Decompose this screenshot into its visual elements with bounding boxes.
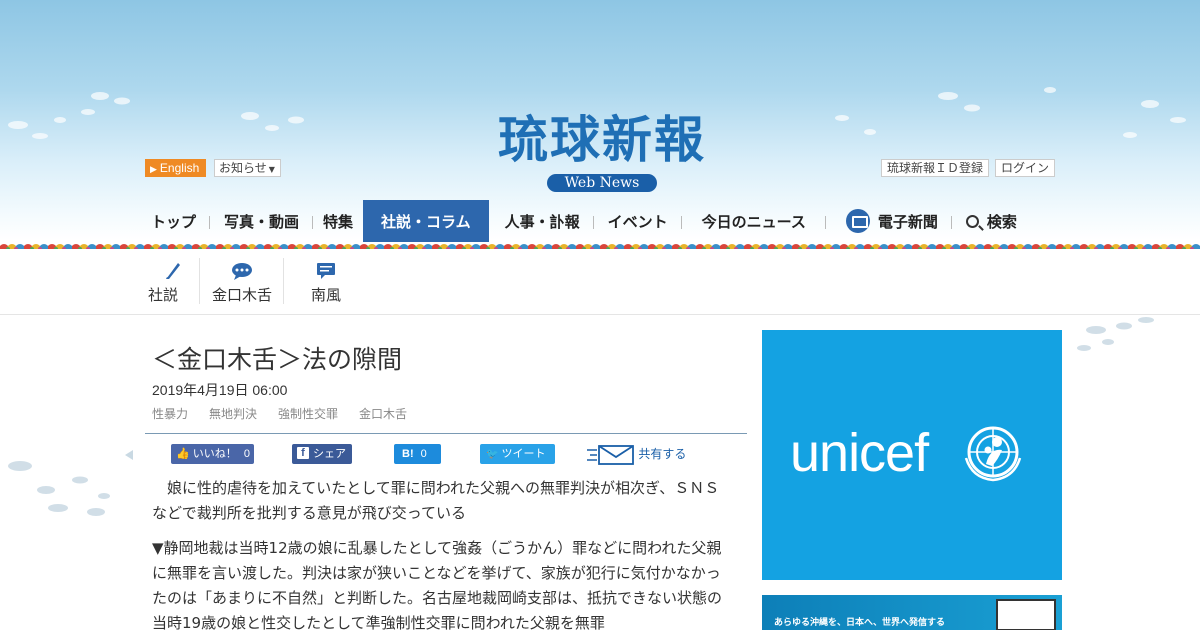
tag-link[interactable]: 強制性交罪: [278, 405, 338, 422]
subnav-item-kinkuchi-mokuzetsu[interactable]: 金口木舌: [200, 252, 284, 312]
banner-device-mockup: [996, 599, 1056, 630]
play-arrow-icon: ▶: [150, 164, 157, 174]
monitor-icon: [845, 208, 870, 233]
column-subnav: 社説 金口木舌 南風: [145, 252, 368, 312]
subnav-item-editorial[interactable]: 社説: [145, 252, 200, 312]
notice-dropdown[interactable]: お知らせ ▼: [214, 159, 281, 177]
facebook-share-label: シェア: [313, 448, 346, 460]
article-tags: 性暴力 無地判決 強制性交罪 金口木舌: [152, 405, 407, 422]
unicef-ad[interactable]: unicef: [762, 330, 1062, 580]
logo-badge: Web News: [546, 174, 658, 192]
twitter-bird-icon: 🐦: [486, 449, 499, 460]
subnav-item-nanpu[interactable]: 南風: [284, 252, 368, 312]
subnav-label-nanpu: 南風: [310, 286, 341, 304]
e-newspaper-label: 電子新聞: [877, 213, 938, 231]
search-label: 検索: [986, 213, 1017, 231]
ryukyu-shimpo-banner-ad[interactable]: あらゆる沖縄を、日本へ、世界へ発信する: [762, 595, 1062, 630]
triangle-marker-icon: [125, 450, 133, 460]
nav-item-editorial-column[interactable]: 社説・コラム: [363, 200, 489, 244]
subnav-label-editorial: 社説: [148, 286, 179, 304]
speech-bubble-icon: [200, 252, 284, 280]
share-by-mail-button[interactable]: 共有する: [587, 444, 697, 465]
account-links: 琉球新報ＩＤ登録 ログイン: [880, 159, 1055, 177]
nav-item-events[interactable]: イベント: [594, 200, 682, 244]
pen-icon: [145, 252, 200, 280]
banner-ad-tagline: あらゆる沖縄を、日本へ、世界へ発信する: [774, 618, 946, 628]
nav-item-todays-news[interactable]: 今日のニュース: [682, 200, 827, 244]
share-mail-label: 共有する: [638, 447, 687, 462]
notice-label: お知らせ: [219, 161, 267, 175]
main-nav: トップ 写真・動画 特集 社説・コラム 人事・訃報 イベント 今日のニュース 電…: [145, 200, 1055, 244]
login-button[interactable]: ログイン: [994, 159, 1055, 177]
unicef-emblem-icon: [964, 426, 1022, 482]
nav-item-photo-video[interactable]: 写真・動画: [210, 200, 314, 244]
tweet-label: ツイート: [501, 448, 546, 460]
like-label: いいね！: [192, 448, 237, 460]
thumbs-up-icon: 👍: [176, 448, 190, 460]
english-button[interactable]: ▶ English: [145, 159, 206, 177]
hatena-bookmark-button[interactable]: B! 0: [394, 444, 441, 464]
subnav-divider: [0, 314, 1200, 315]
tweet-button[interactable]: 🐦 ツイート: [480, 444, 555, 464]
search-icon: [965, 215, 979, 228]
nav-item-personnel-obituary[interactable]: 人事・訃報: [489, 200, 594, 244]
article-date: 2019年4月19日 06:00: [152, 382, 288, 398]
article-body: ▼静岡地裁は当時12歳の娘に乱暴したとして強姦（ごうかん）罪などに問われた父親に…: [152, 539, 723, 630]
site-logo[interactable]: 琉球新報 Web News: [452, 108, 752, 192]
tag-link[interactable]: 無地判決: [209, 405, 257, 422]
article-divider: [145, 433, 747, 434]
comment-icon: [284, 252, 368, 280]
like-count: 0: [243, 448, 250, 460]
logo-title: 琉球新報: [498, 110, 706, 169]
header-pattern-band: [0, 242, 1200, 249]
id-register-button[interactable]: 琉球新報ＩＤ登録: [880, 159, 989, 177]
tag-link[interactable]: 金口木舌: [359, 405, 407, 422]
facebook-icon: f: [297, 447, 309, 460]
unicef-wordmark: unicef: [790, 423, 929, 483]
article-title: ＜金口木舌＞法の隙間: [152, 345, 403, 374]
hatena-bookmark-icon: B!: [402, 448, 414, 460]
english-label: English: [159, 161, 200, 175]
facebook-share-button[interactable]: f シェア: [292, 444, 352, 464]
hatena-count: 0: [420, 448, 427, 460]
like-button[interactable]: 👍 いいね！ 0: [171, 444, 254, 464]
envelope-icon: [587, 445, 634, 465]
caret-down-icon: ▼: [268, 165, 275, 174]
nav-item-top[interactable]: トップ: [145, 200, 211, 244]
article-lead: 娘に性的虐待を加えていたとして罪に問われた父親への無罪判決が相次ぎ、ＳＮＳなどで…: [152, 479, 720, 522]
nav-item-features[interactable]: 特集: [313, 200, 363, 244]
nav-item-e-newspaper[interactable]: 電子新聞: [826, 200, 952, 244]
tag-link[interactable]: 性暴力: [152, 405, 188, 422]
subnav-label-kinkuchi-mokuzetsu: 金口木舌: [211, 286, 272, 304]
nav-item-search[interactable]: 検索: [952, 200, 1031, 244]
